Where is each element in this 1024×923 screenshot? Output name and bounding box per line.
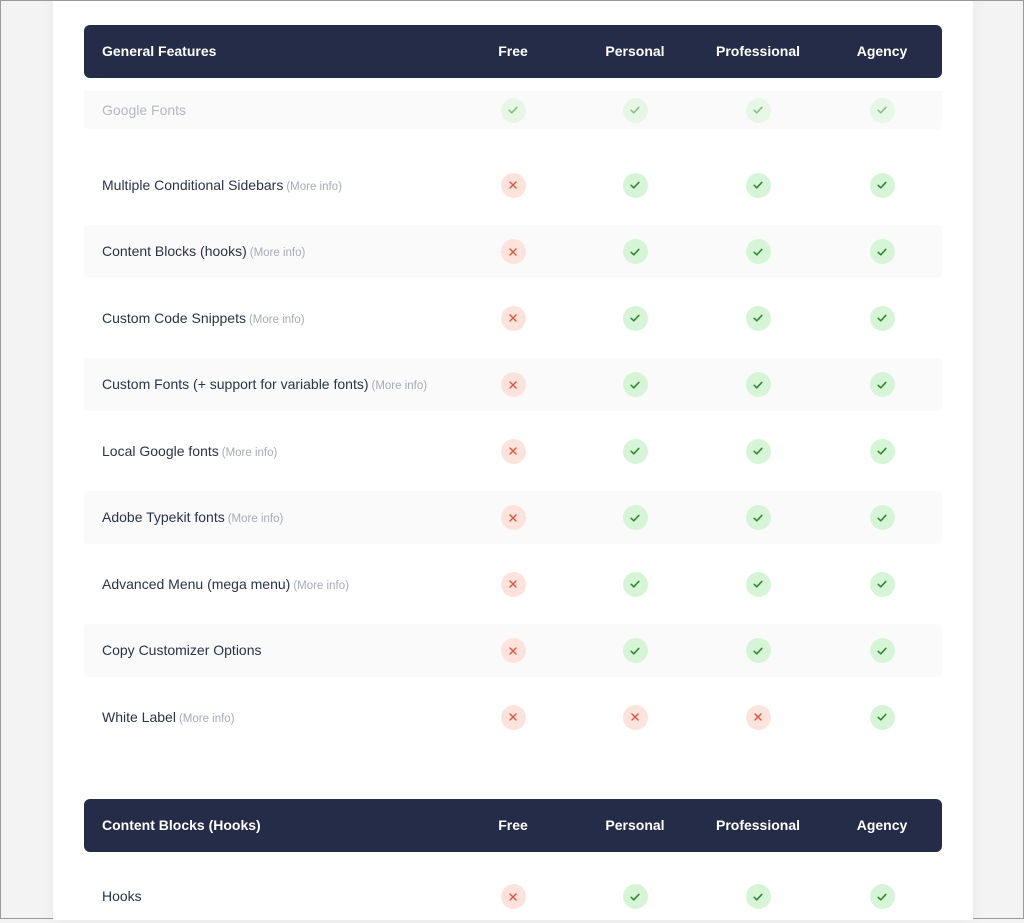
- table-row: Copy Customizer Options: [84, 624, 942, 677]
- cross-icon: [500, 239, 526, 264]
- cross-icon: [745, 704, 771, 730]
- feature-name: Google Fonts: [102, 102, 187, 118]
- feature-name: Local Google fonts: [102, 442, 219, 459]
- more-info-link[interactable]: (More info): [293, 580, 349, 592]
- check-icon: [622, 884, 648, 909]
- cross-icon: [500, 571, 526, 597]
- feature-label: Google Fonts: [102, 91, 186, 129]
- check-icon: [622, 372, 648, 397]
- column-agency: Agency: [856, 817, 908, 833]
- feature-name: Custom Fonts (+ support for variable fon…: [102, 376, 369, 392]
- check-icon: [745, 638, 771, 663]
- feature-name: Adobe Typekit fonts: [102, 509, 225, 525]
- table-row: Content Blocks (hooks) (More info): [84, 225, 942, 278]
- more-info-link[interactable]: (More info): [179, 713, 235, 725]
- check-icon: [745, 571, 771, 597]
- check-icon: [869, 239, 895, 264]
- check-icon: [622, 505, 648, 530]
- feature-label: Adobe Typekit fonts (More info): [102, 491, 283, 546]
- check-icon: [869, 372, 895, 397]
- check-icon: [869, 638, 895, 663]
- feature-name: Advanced Menu (mega menu): [102, 575, 291, 592]
- cross-icon: [500, 638, 526, 663]
- check-icon: [745, 505, 771, 530]
- check-icon: [745, 372, 771, 397]
- feature-label: Custom Code Snippets (More info): [102, 292, 305, 347]
- check-icon: [622, 97, 648, 123]
- check-icon: [869, 438, 895, 464]
- table-header: General Features Free Personal Professio…: [84, 25, 942, 78]
- column-professional: Professional: [715, 817, 801, 833]
- check-icon: [500, 97, 526, 123]
- feature-name: Copy Customizer Options: [102, 642, 262, 658]
- feature-label: White Label (More info): [102, 691, 235, 746]
- table-row: White Label (More info): [84, 691, 942, 744]
- table-row: Advanced Menu (mega menu) (More info): [84, 558, 942, 611]
- column-personal: Personal: [605, 817, 665, 833]
- cross-icon: [500, 505, 526, 530]
- check-icon: [869, 884, 895, 909]
- table-row: Local Google fonts (More info): [84, 425, 942, 478]
- check-icon: [869, 704, 895, 730]
- table-header: Content Blocks (Hooks) Free Personal Pro…: [84, 799, 942, 852]
- check-icon: [869, 97, 895, 123]
- feature-name: Custom Code Snippets: [102, 309, 246, 326]
- table-title: General Features: [102, 43, 217, 59]
- feature-label: Local Google fonts (More info): [102, 425, 277, 480]
- check-icon: [622, 571, 648, 597]
- check-icon: [745, 884, 771, 909]
- table-row: Hooks: [84, 870, 942, 923]
- feature-label: Hooks: [102, 870, 142, 923]
- feature-name: Content Blocks (hooks): [102, 243, 247, 259]
- check-icon: [869, 305, 895, 331]
- check-icon: [745, 97, 771, 123]
- table-row: Custom Code Snippets (More info): [84, 292, 942, 345]
- cross-icon: [500, 704, 526, 730]
- table-row: Multiple Conditional Sidebars (More info): [84, 159, 942, 212]
- more-info-link[interactable]: (More info): [249, 314, 305, 326]
- column-agency: Agency: [856, 43, 908, 59]
- more-info-link[interactable]: (More info): [222, 447, 278, 459]
- check-icon: [622, 305, 648, 331]
- check-icon: [622, 438, 648, 464]
- feature-name: White Label: [102, 708, 176, 725]
- column-free: Free: [498, 43, 528, 59]
- feature-name: Multiple Conditional Sidebars: [102, 176, 284, 193]
- table-title: Content Blocks (Hooks): [102, 817, 261, 833]
- cross-icon: [500, 372, 526, 397]
- cross-icon: [622, 704, 648, 730]
- check-icon: [745, 438, 771, 464]
- check-icon: [745, 305, 771, 331]
- table-row: Adobe Typekit fonts (More info): [84, 491, 942, 544]
- feature-name: Hooks: [102, 888, 142, 904]
- feature-label: Copy Customizer Options: [102, 624, 262, 677]
- table-row: Custom Fonts (+ support for variable fon…: [84, 358, 942, 411]
- column-personal: Personal: [605, 43, 665, 59]
- feature-label: Custom Fonts (+ support for variable fon…: [102, 358, 427, 413]
- cross-icon: [500, 172, 526, 198]
- cross-icon: [500, 884, 526, 909]
- check-icon: [622, 172, 648, 198]
- more-info-link[interactable]: (More info): [372, 380, 428, 392]
- check-icon: [869, 172, 895, 198]
- check-icon: [622, 638, 648, 663]
- check-icon: [745, 239, 771, 264]
- table-row: Google Fonts: [84, 91, 942, 129]
- more-info-link[interactable]: (More info): [250, 247, 306, 259]
- check-icon: [869, 505, 895, 530]
- check-icon: [745, 172, 771, 198]
- column-professional: Professional: [715, 43, 801, 59]
- feature-label: Content Blocks (hooks) (More info): [102, 225, 305, 280]
- more-info-link[interactable]: (More info): [286, 181, 342, 193]
- cross-icon: [500, 438, 526, 464]
- column-free: Free: [498, 817, 528, 833]
- check-icon: [869, 571, 895, 597]
- more-info-link[interactable]: (More info): [228, 513, 284, 525]
- feature-label: Multiple Conditional Sidebars (More info): [102, 159, 342, 214]
- check-icon: [622, 239, 648, 264]
- cross-icon: [500, 305, 526, 331]
- feature-label: Advanced Menu (mega menu) (More info): [102, 558, 349, 613]
